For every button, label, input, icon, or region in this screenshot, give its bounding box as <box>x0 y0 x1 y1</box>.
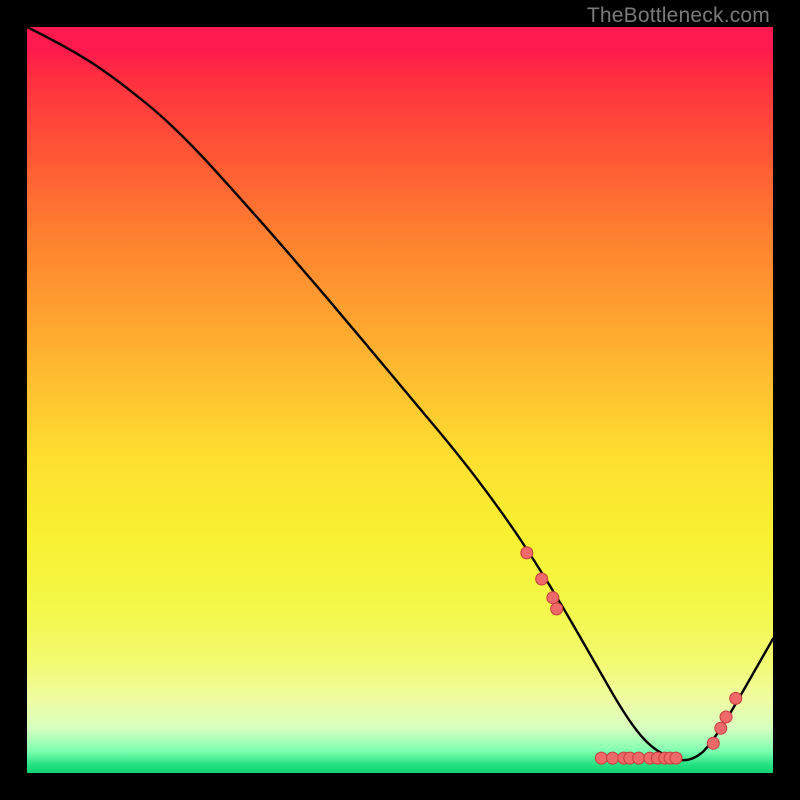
plot-area <box>27 27 773 773</box>
curve-marker <box>624 752 636 764</box>
curve-marker <box>730 692 742 704</box>
curve-markers <box>521 547 742 764</box>
curve-marker <box>547 592 559 604</box>
curve-marker <box>607 752 619 764</box>
curve-marker <box>521 547 533 559</box>
curve-marker <box>633 752 645 764</box>
curve-marker <box>651 752 663 764</box>
bottleneck-curve <box>27 27 773 760</box>
curve-marker <box>715 722 727 734</box>
curve-marker <box>664 752 676 764</box>
curve-marker <box>720 711 732 723</box>
curve-marker <box>670 752 682 764</box>
curve-marker <box>659 752 671 764</box>
curve-layer <box>27 27 773 773</box>
curve-marker <box>536 573 548 585</box>
chart-stage: TheBottleneck.com <box>0 0 800 800</box>
curve-marker <box>707 737 719 749</box>
attribution-text: TheBottleneck.com <box>587 4 770 28</box>
curve-marker <box>618 752 630 764</box>
curve-marker <box>551 603 563 615</box>
curve-marker <box>595 752 607 764</box>
curve-marker <box>644 752 656 764</box>
